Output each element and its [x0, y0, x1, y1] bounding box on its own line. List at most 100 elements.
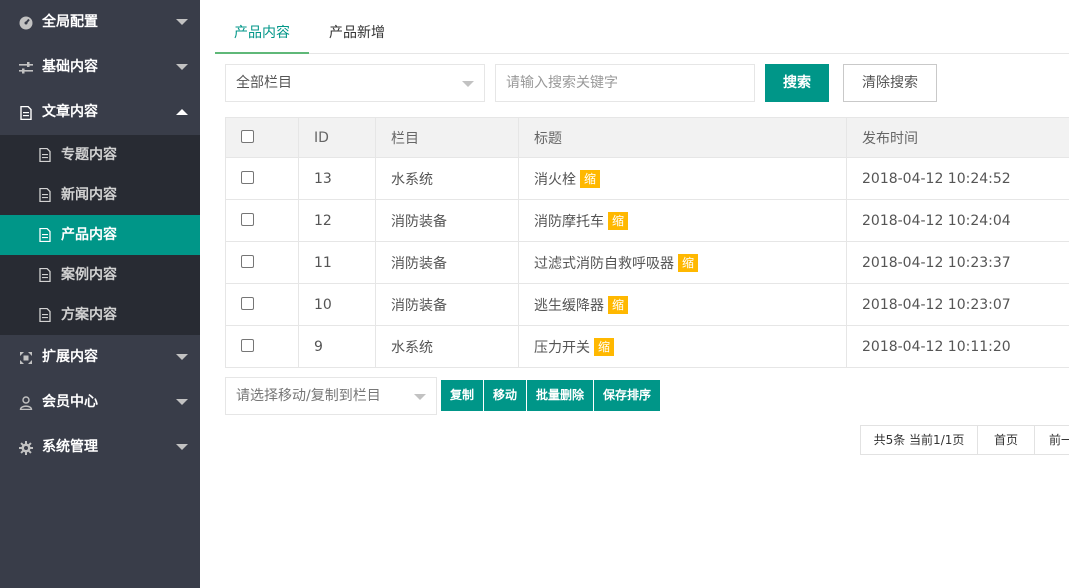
category-select-value: 全部栏目 — [236, 75, 292, 91]
sidebar-item-system-management[interactable]: 系统管理 — [0, 425, 200, 470]
row-id: 10 — [298, 283, 376, 326]
batch-delete-button[interactable]: 批量删除 — [527, 380, 595, 411]
row-checkbox[interactable] — [241, 254, 254, 268]
document-icon — [20, 106, 32, 120]
sidebar-subitem-product[interactable]: 产品内容 — [0, 215, 200, 255]
sidebar-item-label: 文章内容 — [42, 104, 98, 120]
row-title[interactable]: 消防摩托车 — [534, 214, 604, 230]
table-row: 13 水系统 消火栓缩 2018-04-12 10:24:52 — [225, 157, 1069, 200]
user-icon — [19, 396, 33, 410]
search-input[interactable]: 请输入搜索关键字 — [495, 64, 755, 102]
move-copy-select-placeholder: 请选择移动/复制到栏目 — [236, 388, 381, 404]
save-sort-button[interactable]: 保存排序 — [594, 380, 661, 411]
tab-bar: 产品内容 产品新增 — [215, 13, 1069, 54]
pager-first-button[interactable]: 首页 — [977, 425, 1035, 455]
content-table: ID 栏目 标题 发布时间 13 水系统 消火栓缩 2018-04-12 10:… — [225, 117, 1069, 368]
thumbnail-tag: 缩 — [608, 211, 629, 230]
column-header-id: ID — [298, 117, 376, 158]
row-time: 2018-04-12 10:24:52 — [846, 157, 1069, 200]
row-title-cell: 逃生缓降器缩 — [518, 283, 847, 326]
sidebar-subitem-label: 案例内容 — [61, 267, 117, 283]
sidebar-subitem-label: 新闻内容 — [61, 187, 117, 203]
expand-icon — [20, 352, 32, 364]
sidebar: 全局配置 基础内容 文章内容 专题内容 新闻内容 产品内容 案例内容 方案内容 — [0, 0, 200, 588]
sidebar-subitem-topic[interactable]: 专题内容 — [0, 135, 200, 175]
row-id: 12 — [298, 199, 376, 242]
sidebar-item-extended-content[interactable]: 扩展内容 — [0, 335, 200, 380]
document-icon — [39, 148, 51, 162]
sidebar-item-label: 扩展内容 — [42, 349, 98, 365]
column-header-category: 栏目 — [375, 117, 519, 158]
document-icon — [39, 268, 51, 282]
clear-search-button[interactable]: 清除搜索 — [843, 64, 937, 102]
table-row: 9 水系统 压力开关缩 2018-04-12 10:11:20 — [225, 325, 1069, 368]
row-checkbox[interactable] — [241, 296, 254, 310]
table-row: 11 消防装备 过滤式消防自救呼吸器缩 2018-04-12 10:23:37 — [225, 241, 1069, 284]
select-all-cell — [225, 117, 299, 158]
chevron-down-icon — [462, 81, 474, 87]
sidebar-item-label: 会员中心 — [42, 394, 98, 410]
sidebar-subitem-label: 方案内容 — [61, 307, 117, 323]
row-category: 消防装备 — [375, 199, 519, 242]
row-title[interactable]: 压力开关 — [534, 340, 590, 356]
chevron-down-icon — [176, 399, 188, 405]
sidebar-subitem-label: 产品内容 — [61, 227, 117, 243]
row-category: 消防装备 — [375, 283, 519, 326]
move-copy-category-select[interactable]: 请选择移动/复制到栏目 — [225, 377, 437, 415]
row-checkbox[interactable] — [241, 338, 254, 352]
document-icon — [39, 188, 51, 202]
sidebar-subitem-label: 专题内容 — [61, 147, 117, 163]
row-title[interactable]: 逃生缓降器 — [534, 298, 604, 314]
thumbnail-tag: 缩 — [580, 169, 601, 188]
chevron-up-icon — [176, 109, 188, 115]
sidebar-item-label: 基础内容 — [42, 59, 98, 75]
main-content: 产品内容 产品新增 全部栏目 请输入搜索关键字 搜索 清除搜索 ID 栏目 标题… — [200, 0, 1069, 588]
row-title-cell: 过滤式消防自救呼吸器缩 — [518, 241, 847, 284]
chevron-down-icon — [176, 64, 188, 70]
table-row: 12 消防装备 消防摩托车缩 2018-04-12 10:24:04 — [225, 199, 1069, 242]
row-title[interactable]: 过滤式消防自救呼吸器 — [534, 256, 674, 272]
row-id: 9 — [298, 325, 376, 368]
thumbnail-tag: 缩 — [678, 253, 699, 272]
select-all-checkbox[interactable] — [241, 129, 254, 143]
row-checkbox[interactable] — [241, 212, 254, 226]
sidebar-item-global-config[interactable]: 全局配置 — [0, 0, 200, 45]
chevron-down-icon — [176, 354, 188, 360]
sidebar-subitem-news[interactable]: 新闻内容 — [0, 175, 200, 215]
row-time: 2018-04-12 10:11:20 — [846, 325, 1069, 368]
sidebar-item-member-center[interactable]: 会员中心 — [0, 380, 200, 425]
row-category: 水系统 — [375, 157, 519, 200]
row-time: 2018-04-12 10:23:37 — [846, 241, 1069, 284]
table-header-row: ID 栏目 标题 发布时间 — [225, 117, 1069, 158]
row-time: 2018-04-12 10:23:07 — [846, 283, 1069, 326]
row-title-cell: 消防摩托车缩 — [518, 199, 847, 242]
row-id: 11 — [298, 241, 376, 284]
category-select[interactable]: 全部栏目 — [225, 64, 485, 102]
column-header-time: 发布时间 — [846, 117, 1069, 158]
move-button[interactable]: 移动 — [484, 380, 528, 411]
document-icon — [39, 308, 51, 322]
row-title-cell: 消火栓缩 — [518, 157, 847, 200]
row-title[interactable]: 消火栓 — [534, 172, 576, 188]
thumbnail-tag: 缩 — [608, 295, 629, 314]
tab-product-add[interactable]: 产品新增 — [310, 13, 404, 53]
row-category: 水系统 — [375, 325, 519, 368]
row-time: 2018-04-12 10:24:04 — [846, 199, 1069, 242]
sidebar-item-label: 全局配置 — [42, 14, 98, 30]
search-button[interactable]: 搜索 — [765, 64, 829, 102]
sidebar-item-basic-content[interactable]: 基础内容 — [0, 45, 200, 90]
copy-button[interactable]: 复制 — [441, 380, 485, 411]
row-category: 消防装备 — [375, 241, 519, 284]
row-title-cell: 压力开关缩 — [518, 325, 847, 368]
pager-prev-button[interactable]: 前一 — [1034, 425, 1069, 455]
tab-product-content[interactable]: 产品内容 — [215, 13, 309, 54]
chevron-down-icon — [176, 19, 188, 25]
sidebar-item-article-content[interactable]: 文章内容 — [0, 90, 200, 135]
sidebar-subnav: 专题内容 新闻内容 产品内容 案例内容 方案内容 — [0, 135, 200, 335]
sidebar-subitem-case[interactable]: 案例内容 — [0, 255, 200, 295]
gauge-icon — [19, 16, 33, 30]
chevron-down-icon — [414, 394, 426, 400]
sliders-icon — [19, 62, 33, 74]
sidebar-subitem-solution[interactable]: 方案内容 — [0, 295, 200, 335]
row-checkbox[interactable] — [241, 170, 254, 184]
